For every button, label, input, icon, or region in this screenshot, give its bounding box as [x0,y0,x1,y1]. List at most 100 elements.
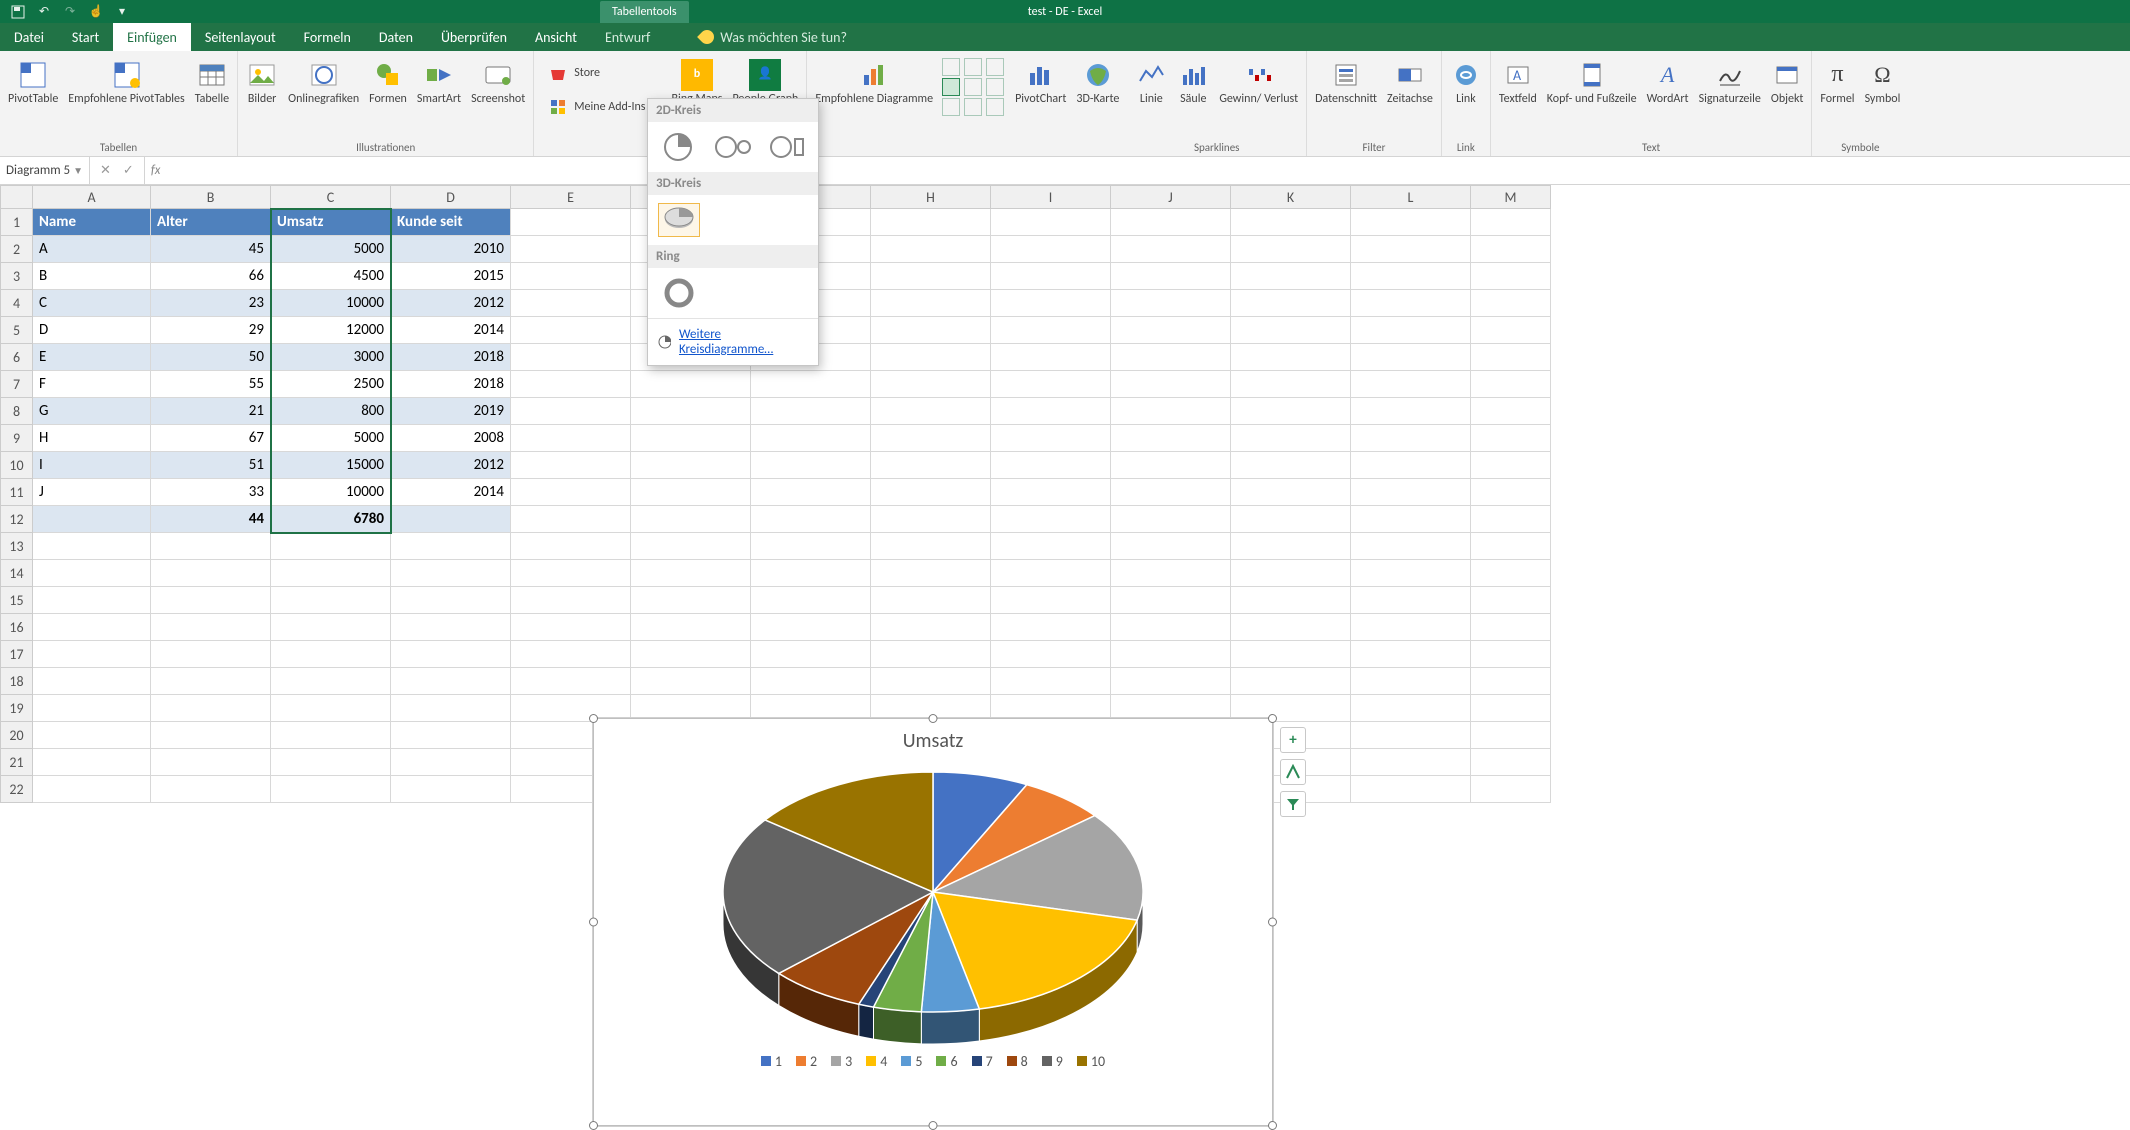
cell[interactable] [1471,371,1551,398]
cell[interactable] [631,641,751,668]
surface-chart-icon[interactable] [964,98,982,116]
cell[interactable]: C [33,290,151,317]
column-header[interactable]: E [511,185,631,209]
cell[interactable] [511,344,631,371]
signature-line-button[interactable]: Signaturzeile [1695,55,1765,111]
cell[interactable]: B [33,263,151,290]
cell[interactable] [1351,695,1471,722]
cell[interactable] [631,425,751,452]
cell[interactable] [1231,560,1351,587]
cell[interactable]: A [33,236,151,263]
pictures-button[interactable]: Bilder [242,55,282,111]
cell[interactable] [1471,479,1551,506]
cell[interactable] [1471,425,1551,452]
area-chart-icon[interactable] [986,78,1004,96]
resize-handle[interactable] [1268,918,1277,927]
cell[interactable]: 15000 [271,452,391,479]
column-header[interactable]: B [151,185,271,209]
cell[interactable] [1231,236,1351,263]
tab-einfuegen[interactable]: Einfügen [113,23,191,51]
cell[interactable] [1351,236,1471,263]
cell[interactable] [1471,722,1551,749]
cell[interactable] [1111,533,1231,560]
cell[interactable] [511,425,631,452]
legend-item[interactable]: 9 [1042,1053,1063,1070]
cell[interactable] [631,533,751,560]
resize-handle[interactable] [1268,714,1277,723]
column-header[interactable]: M [1471,185,1551,209]
cell[interactable] [1231,506,1351,533]
cell[interactable]: 10000 [271,290,391,317]
cell[interactable] [1471,209,1551,236]
cell[interactable] [511,236,631,263]
table-button[interactable]: Tabelle [191,55,233,111]
cell[interactable] [871,560,991,587]
cell[interactable]: 67 [151,425,271,452]
cell[interactable] [391,722,511,749]
resize-handle[interactable] [929,714,938,723]
cell[interactable] [1231,533,1351,560]
cell[interactable] [1351,479,1471,506]
cell[interactable] [151,614,271,641]
cell[interactable] [1351,776,1471,803]
link-button[interactable]: Link [1446,55,1486,111]
cell[interactable] [871,209,991,236]
cell[interactable] [271,749,391,776]
cell[interactable] [271,776,391,803]
cell[interactable] [1471,560,1551,587]
pie-chart-icon[interactable] [942,78,960,96]
scatter-chart-icon[interactable] [942,98,960,116]
cell[interactable] [511,587,631,614]
cell[interactable] [511,641,631,668]
cell[interactable] [1111,317,1231,344]
cell[interactable] [1351,425,1471,452]
tab-ueberpruefen[interactable]: Überprüfen [427,23,521,51]
column-header[interactable]: H [871,185,991,209]
cell[interactable]: 21 [151,398,271,425]
cell[interactable]: 12000 [271,317,391,344]
cell[interactable] [871,371,991,398]
legend-item[interactable]: 8 [1007,1053,1028,1070]
cell[interactable] [1351,641,1471,668]
cell[interactable] [1471,236,1551,263]
cell[interactable] [151,695,271,722]
cell[interactable]: J [33,479,151,506]
cell[interactable] [33,722,151,749]
cell[interactable] [1471,290,1551,317]
resize-handle[interactable] [589,918,598,927]
cell[interactable] [1471,749,1551,776]
cell[interactable] [511,371,631,398]
tab-start[interactable]: Start [58,23,113,51]
cell[interactable]: 50 [151,344,271,371]
cell[interactable] [991,479,1111,506]
cell[interactable] [1231,209,1351,236]
cell[interactable] [1231,479,1351,506]
cell[interactable] [511,263,631,290]
cell[interactable] [511,290,631,317]
cell[interactable]: Kunde seit [391,209,511,236]
cell[interactable] [871,290,991,317]
cell[interactable] [33,560,151,587]
header-footer-button[interactable]: Kopf- und Fußzeile [1543,55,1641,111]
textbox-button[interactable]: ATextfeld [1495,55,1541,111]
cell[interactable]: 51 [151,452,271,479]
cell[interactable] [1471,614,1551,641]
cell[interactable] [1471,506,1551,533]
cell[interactable] [751,398,871,425]
cell[interactable]: D [33,317,151,344]
row-header[interactable]: 16 [0,614,33,641]
legend-item[interactable]: 2 [796,1053,817,1070]
my-addins-button[interactable]: Meine Add-Ins ▾ [544,93,659,123]
cell[interactable] [1351,587,1471,614]
cell[interactable] [1231,344,1351,371]
cell[interactable] [1231,668,1351,695]
cell[interactable] [751,614,871,641]
cell[interactable]: 10000 [271,479,391,506]
cell[interactable] [871,614,991,641]
cell[interactable] [751,560,871,587]
row-header[interactable]: 20 [0,722,33,749]
tab-seitenlayout[interactable]: Seitenlayout [191,23,290,51]
cell[interactable] [991,236,1111,263]
cell[interactable] [751,479,871,506]
cell[interactable] [1351,398,1471,425]
